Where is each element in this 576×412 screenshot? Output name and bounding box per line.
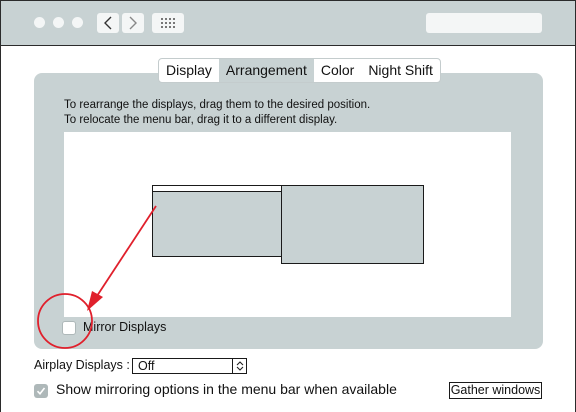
tab-display[interactable]: Display xyxy=(159,59,219,82)
chevron-right-icon xyxy=(129,16,137,30)
tab-bar: Display Arrangement Color Night Shift xyxy=(158,58,441,83)
title-bar xyxy=(1,1,575,46)
grid-icon xyxy=(161,18,175,28)
mirror-displays-checkbox[interactable] xyxy=(62,321,76,335)
display-arrangement-area xyxy=(64,132,511,317)
show-mirroring-options-label: Show mirroring options in the menu bar w… xyxy=(56,381,397,397)
chevron-left-icon xyxy=(104,16,112,30)
airplay-displays-label: Airplay Displays : xyxy=(34,358,130,372)
forward-button[interactable] xyxy=(122,13,144,33)
arrangement-instructions: To rearrange the displays, drag them to … xyxy=(64,98,370,128)
tab-arrangement[interactable]: Arrangement xyxy=(218,59,314,82)
primary-display[interactable] xyxy=(152,185,282,257)
tab-night-shift[interactable]: Night Shift xyxy=(361,59,440,82)
gather-windows-button[interactable]: Gather windows xyxy=(449,382,542,399)
secondary-display[interactable] xyxy=(281,185,424,264)
search-input[interactable] xyxy=(426,13,542,33)
zoom-window-button[interactable] xyxy=(72,17,83,28)
show-mirroring-options-checkbox[interactable] xyxy=(34,384,48,398)
airplay-selected-value: Off xyxy=(138,359,155,373)
mirror-displays-label: Mirror Displays xyxy=(83,320,167,334)
checkmark-icon xyxy=(36,387,46,396)
close-window-button[interactable] xyxy=(34,17,45,28)
select-stepper-icon xyxy=(232,359,246,373)
tab-color[interactable]: Color xyxy=(314,59,361,82)
instruction-line: To relocate the menu bar, drag it to a d… xyxy=(64,114,338,126)
instruction-line: To rearrange the displays, drag them to … xyxy=(64,99,371,111)
airplay-displays-select[interactable]: Off xyxy=(132,358,247,374)
preferences-window: Display Arrangement Color Night Shift To… xyxy=(0,0,576,412)
back-button[interactable] xyxy=(97,13,119,33)
minimize-window-button[interactable] xyxy=(53,17,64,28)
show-all-button[interactable] xyxy=(152,13,184,33)
menu-bar-handle[interactable] xyxy=(153,186,281,192)
